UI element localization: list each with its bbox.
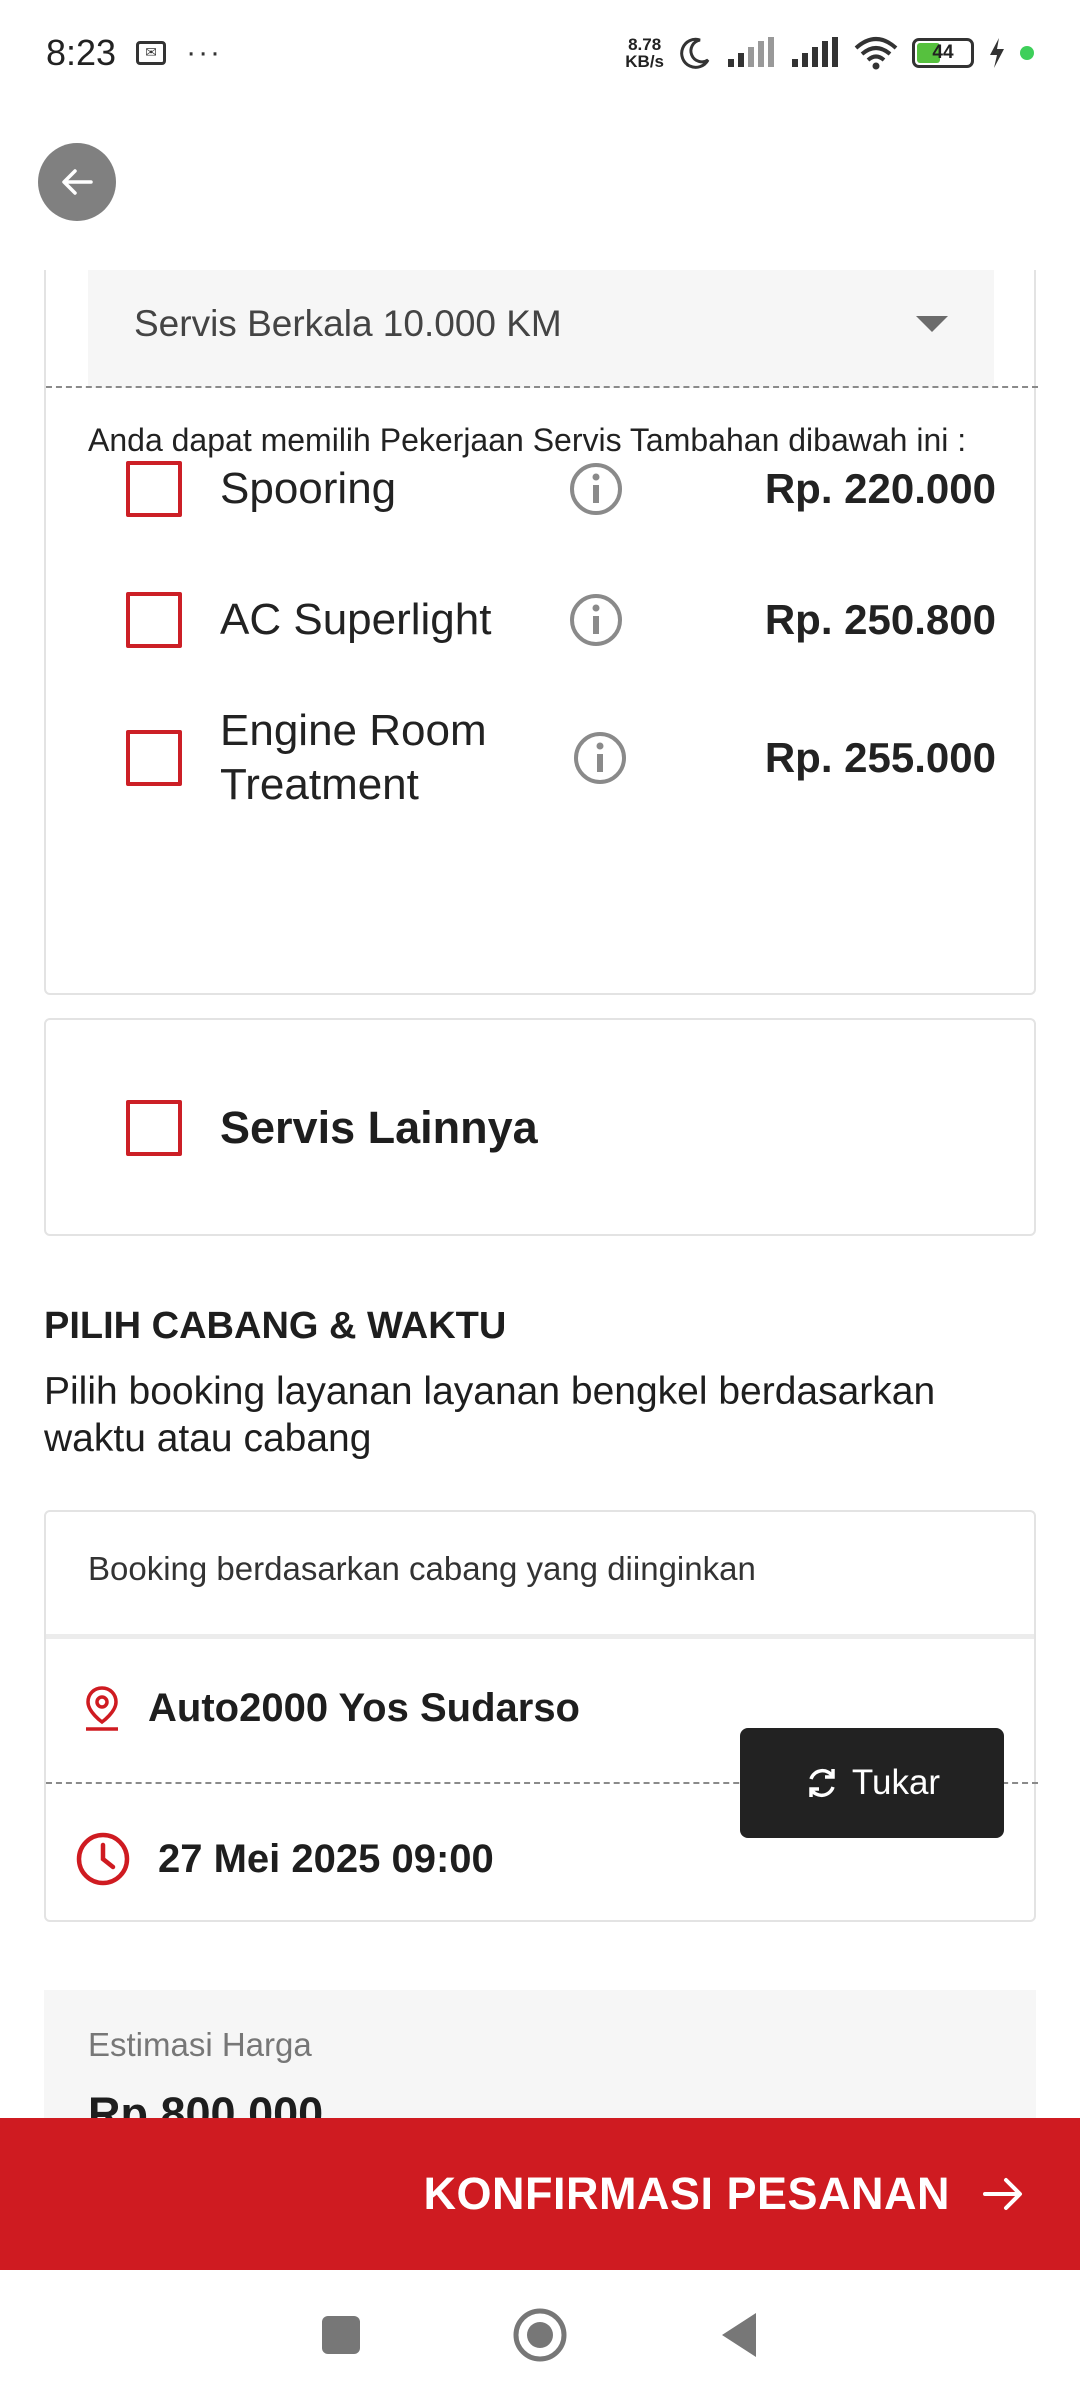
branch-time-description: Pilih booking layanan layanan bengkel be…	[44, 1370, 936, 1460]
outlook-notification-icon: ✉	[136, 40, 167, 65]
service-package-card: Servis Berkala 10.000 KM Anda dapat memi…	[44, 270, 1038, 995]
moon-icon	[680, 37, 710, 69]
extra-service-price: Rp. 220.000	[764, 465, 996, 512]
booking-mode-label: Booking berdasarkan cabang yang diingink…	[88, 1550, 756, 1587]
clock-icon	[76, 1832, 130, 1886]
system-nav-bar	[0, 2270, 1080, 2400]
other-service-label: Servis Lainnya	[220, 1102, 538, 1153]
booking-card: Booking berdasarkan cabang yang diingink…	[44, 1510, 1038, 1922]
branch-time-title: PILIH CABANG & WAKTU	[44, 1305, 507, 1347]
network-speed: 8.78 KB/s	[625, 34, 664, 71]
other-service-checkbox[interactable]	[126, 1100, 182, 1156]
recents-square-icon[interactable]	[320, 2314, 362, 2356]
branch-row[interactable]: Auto2000 Yos Sudarso	[82, 1684, 580, 1732]
content-scroll-area[interactable]: Servis Berkala 10.000 KM Anda dapat memi…	[0, 270, 1080, 2120]
selected-package-label: Servis Berkala 10.000 KM	[134, 303, 562, 344]
battery-icon: 44	[912, 37, 974, 68]
caret-down-icon	[916, 316, 948, 332]
status-bar: 8:23 ✉ ··· 8.78 KB/s 44	[0, 0, 1080, 105]
home-circle-icon[interactable]	[512, 2307, 568, 2363]
extra-service-row[interactable]: Spooring Rp. 220.000	[126, 461, 996, 517]
back-triangle-icon[interactable]	[718, 2311, 760, 2359]
wifi-icon	[854, 36, 898, 69]
extra-service-name: AC Superlight	[220, 595, 492, 644]
extra-services-intro: Anda dapat memilih Pekerjaan Servis Tamb…	[88, 422, 967, 458]
more-notifications-icon: ···	[186, 35, 223, 69]
info-icon[interactable]	[568, 592, 624, 648]
extra-service-row[interactable]: Engine Room Treatment Rp. 255.000	[126, 704, 996, 812]
booking-datetime: 27 Mei 2025 09:00	[158, 1836, 494, 1881]
datetime-row[interactable]: 27 Mei 2025 09:00	[74, 1830, 494, 1888]
service-package-dropdown[interactable]: Servis Berkala 10.000 KM	[88, 270, 994, 388]
signal-icon-1	[728, 36, 774, 67]
confirm-order-label: KONFIRMASI PESANAN	[423, 2168, 950, 2219]
extra-service-checkbox[interactable]	[126, 592, 182, 648]
estimate-label: Estimasi Harga	[88, 2026, 312, 2063]
info-icon[interactable]	[572, 730, 628, 786]
dashed-divider	[46, 386, 1038, 388]
refresh-icon	[809, 1768, 835, 1798]
info-icon[interactable]	[568, 461, 624, 517]
branch-name: Auto2000 Yos Sudarso	[148, 1685, 580, 1730]
arrow-left-icon	[62, 169, 93, 195]
extra-service-checkbox[interactable]	[126, 461, 182, 517]
status-time: 8:23	[46, 31, 117, 73]
extra-service-name: Spooring	[220, 464, 397, 513]
signal-icon-2	[792, 36, 838, 67]
location-pin-icon	[86, 1686, 118, 1731]
back-button[interactable]	[38, 143, 116, 221]
swap-button[interactable]: Tukar	[740, 1728, 1004, 1838]
extra-service-checkbox[interactable]	[126, 730, 182, 786]
other-service-row[interactable]: Servis Lainnya	[126, 1100, 538, 1156]
swap-label: Tukar	[851, 1763, 941, 1802]
booking-divider	[46, 1634, 1034, 1639]
charging-bolt-icon	[990, 37, 1004, 68]
extra-service-name: Engine Room Treatment	[220, 706, 487, 809]
price-estimate-box: Estimasi Harga Rp 800.000	[44, 1990, 1036, 2120]
privacy-dot-icon	[1020, 45, 1034, 60]
arrow-right-icon	[983, 2178, 1022, 2210]
estimate-value: Rp 800.000	[88, 2088, 324, 2120]
other-service-card[interactable]: Servis Lainnya	[44, 1018, 1036, 1236]
extra-service-price: Rp. 250.800	[764, 596, 996, 643]
extra-service-price: Rp. 255.000	[764, 734, 996, 781]
extra-service-row[interactable]: AC Superlight Rp. 250.800	[126, 592, 996, 648]
confirm-order-button[interactable]: KONFIRMASI PESANAN	[0, 2118, 1080, 2270]
